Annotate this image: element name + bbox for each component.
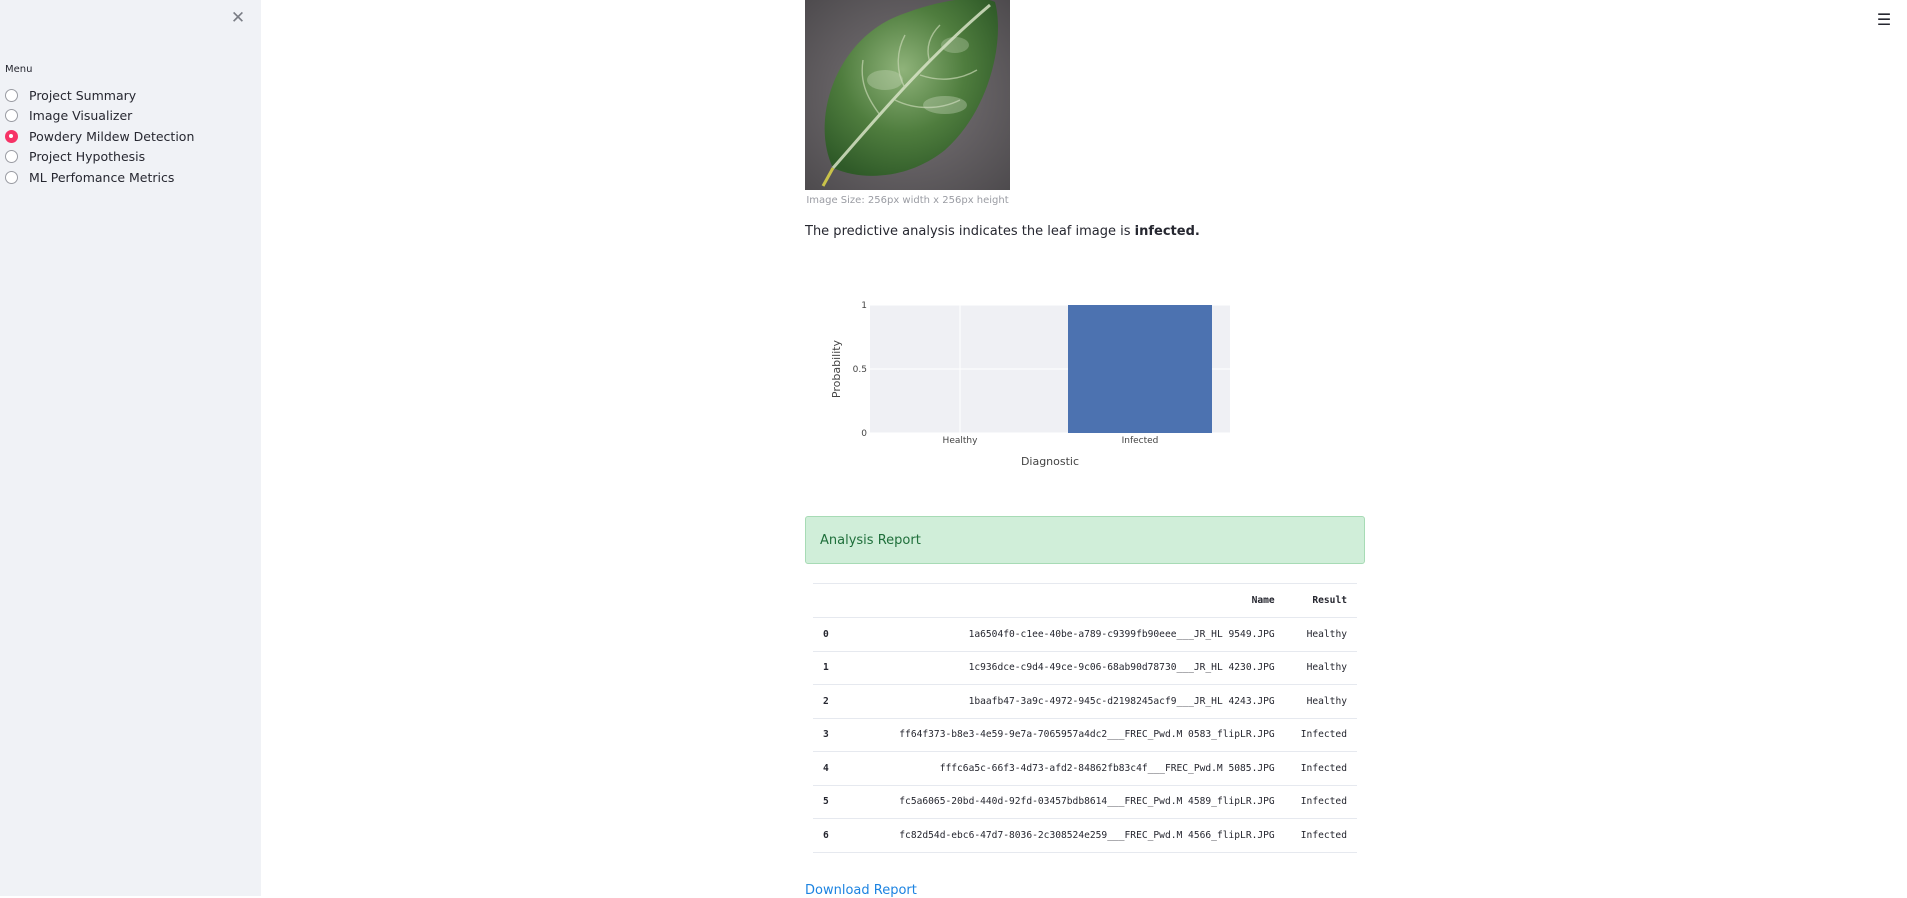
radio-unselected-icon[interactable] xyxy=(5,109,18,123)
row-name-cell: 1baafb47-3a9c-4972-945c-d2198245acf9___J… xyxy=(853,684,1285,719)
prediction-result: infected. xyxy=(1134,224,1200,239)
radio-unselected-icon[interactable] xyxy=(5,88,18,102)
y-axis-label: Probability xyxy=(830,339,843,398)
radio-option-label: Powdery Mildew Detection xyxy=(29,128,195,144)
row-name-cell: 1a6504f0-c1ee-40be-a789-c9399fb90eee___J… xyxy=(853,617,1285,652)
table-row: 5 fc5a6065-20bd-440d-92fd-03457bdb8614___… xyxy=(813,785,1357,819)
row-index-cell: 0 xyxy=(813,617,853,652)
row-index-cell: 4 xyxy=(813,751,853,786)
radio-option[interactable]: ML Perfomance Metrics xyxy=(5,167,194,188)
x-axis-label: Diagnostic xyxy=(1021,455,1079,468)
radio-option-label: Project Summary xyxy=(29,87,137,103)
probability-chart-svg: 0 0.5 1 Healthy Infected Diagnostic Probabilit… xyxy=(830,301,1230,468)
row-name-cell: ff64f373-b8e3-4e59-9e7a-7065957a4dc2___F… xyxy=(853,718,1285,752)
table-header-row: Name Result xyxy=(813,583,1357,618)
radio-option[interactable]: Powdery Mildew Detection xyxy=(5,126,194,147)
row-name-cell: fc5a6065-20bd-440d-92fd-03457bdb8614___F… xyxy=(853,785,1285,819)
row-result-cell: Healthy xyxy=(1284,617,1357,652)
analysis-report-table: Name Result 0 1a6504f0-c1ee-40be-a789-c93… xyxy=(813,583,1357,853)
radio-option[interactable]: Project Summary xyxy=(5,85,194,106)
radio-option-label: ML Perfomance Metrics xyxy=(29,169,175,185)
sidebar: ✕ Menu Project Summary Image Visualizer Po… xyxy=(0,0,261,896)
image-caption: Image Size: 256px width x 256px height xyxy=(806,195,1009,206)
y-tick-label: 0.5 xyxy=(853,365,867,375)
radio-option[interactable]: Image Visualizer xyxy=(5,106,194,127)
x-tick-label: Infected xyxy=(1122,436,1159,446)
radio-option-label: Project Hypothesis xyxy=(29,149,146,165)
row-result-cell: Infected xyxy=(1284,818,1357,853)
hamburger-menu-icon[interactable]: ☰ xyxy=(1876,12,1892,28)
analysis-report-title: Analysis Report xyxy=(820,532,921,548)
analysis-report-alert: Analysis Report xyxy=(805,516,1365,564)
row-name-cell: fffc6a5c-66f3-4d73-afd2-84862fb83c4f___F… xyxy=(853,751,1285,786)
radio-unselected-icon[interactable] xyxy=(5,150,18,164)
prediction-text: The predictive analysis indicates the le… xyxy=(805,224,1200,239)
y-tick-label: 0 xyxy=(861,429,867,439)
row-name-cell: 1c936dce-c9d4-49ce-9c06-68ab90d78730___J… xyxy=(853,651,1285,685)
navigation-radio-group: Project Summary Image Visualizer Powdery M… xyxy=(5,85,194,188)
row-index-cell: 3 xyxy=(813,718,853,752)
close-icon[interactable]: ✕ xyxy=(230,10,246,27)
radio-selected-icon[interactable] xyxy=(5,129,18,143)
row-result-cell: Healthy xyxy=(1284,684,1357,719)
menu-label: Menu xyxy=(5,64,33,75)
row-result-cell: Healthy xyxy=(1284,651,1357,685)
probability-chart: 0 0.5 1 Healthy Infected Diagnostic Probabilit… xyxy=(805,285,1235,475)
radio-unselected-icon[interactable] xyxy=(5,170,18,184)
row-index-cell: 6 xyxy=(813,818,853,853)
row-result-cell: Infected xyxy=(1284,751,1357,786)
row-index-cell: 2 xyxy=(813,684,853,719)
table-header-index xyxy=(813,583,853,618)
y-tick-label: 1 xyxy=(861,301,867,311)
table-header-result[interactable]: Result xyxy=(1284,583,1357,618)
row-index-cell: 1 xyxy=(813,651,853,685)
row-index-cell: 5 xyxy=(813,785,853,819)
table-row: 2 1baafb47-3a9c-4972-945c-d2198245acf9___… xyxy=(813,684,1357,719)
prediction-sentence: The predictive analysis indicates the le… xyxy=(805,224,1135,239)
leaf-image xyxy=(805,0,1010,190)
table-row: 3 ff64f373-b8e3-4e59-9e7a-7065957a4dc2___… xyxy=(813,718,1357,752)
row-result-cell: Infected xyxy=(1284,785,1357,819)
row-name-cell: fc82d54d-ebc6-47d7-8036-2c308524e259___F… xyxy=(853,818,1285,853)
table-header-name[interactable]: Name xyxy=(853,583,1285,618)
bar xyxy=(1068,305,1212,433)
table-row: 6 fc82d54d-ebc6-47d7-8036-2c308524e259___… xyxy=(813,818,1357,853)
table-row: 4 fffc6a5c-66f3-4d73-afd2-84862fb83c4f___… xyxy=(813,751,1357,786)
x-tick-label: Healthy xyxy=(943,436,979,446)
radio-option[interactable]: Project Hypothesis xyxy=(5,147,194,168)
table-row: 0 1a6504f0-c1ee-40be-a789-c9399fb90eee___… xyxy=(813,617,1357,652)
table-row: 1 1c936dce-c9d4-49ce-9c06-68ab90d78730___… xyxy=(813,651,1357,685)
radio-option-label: Image Visualizer xyxy=(29,108,133,124)
row-result-cell: Infected xyxy=(1284,718,1357,752)
